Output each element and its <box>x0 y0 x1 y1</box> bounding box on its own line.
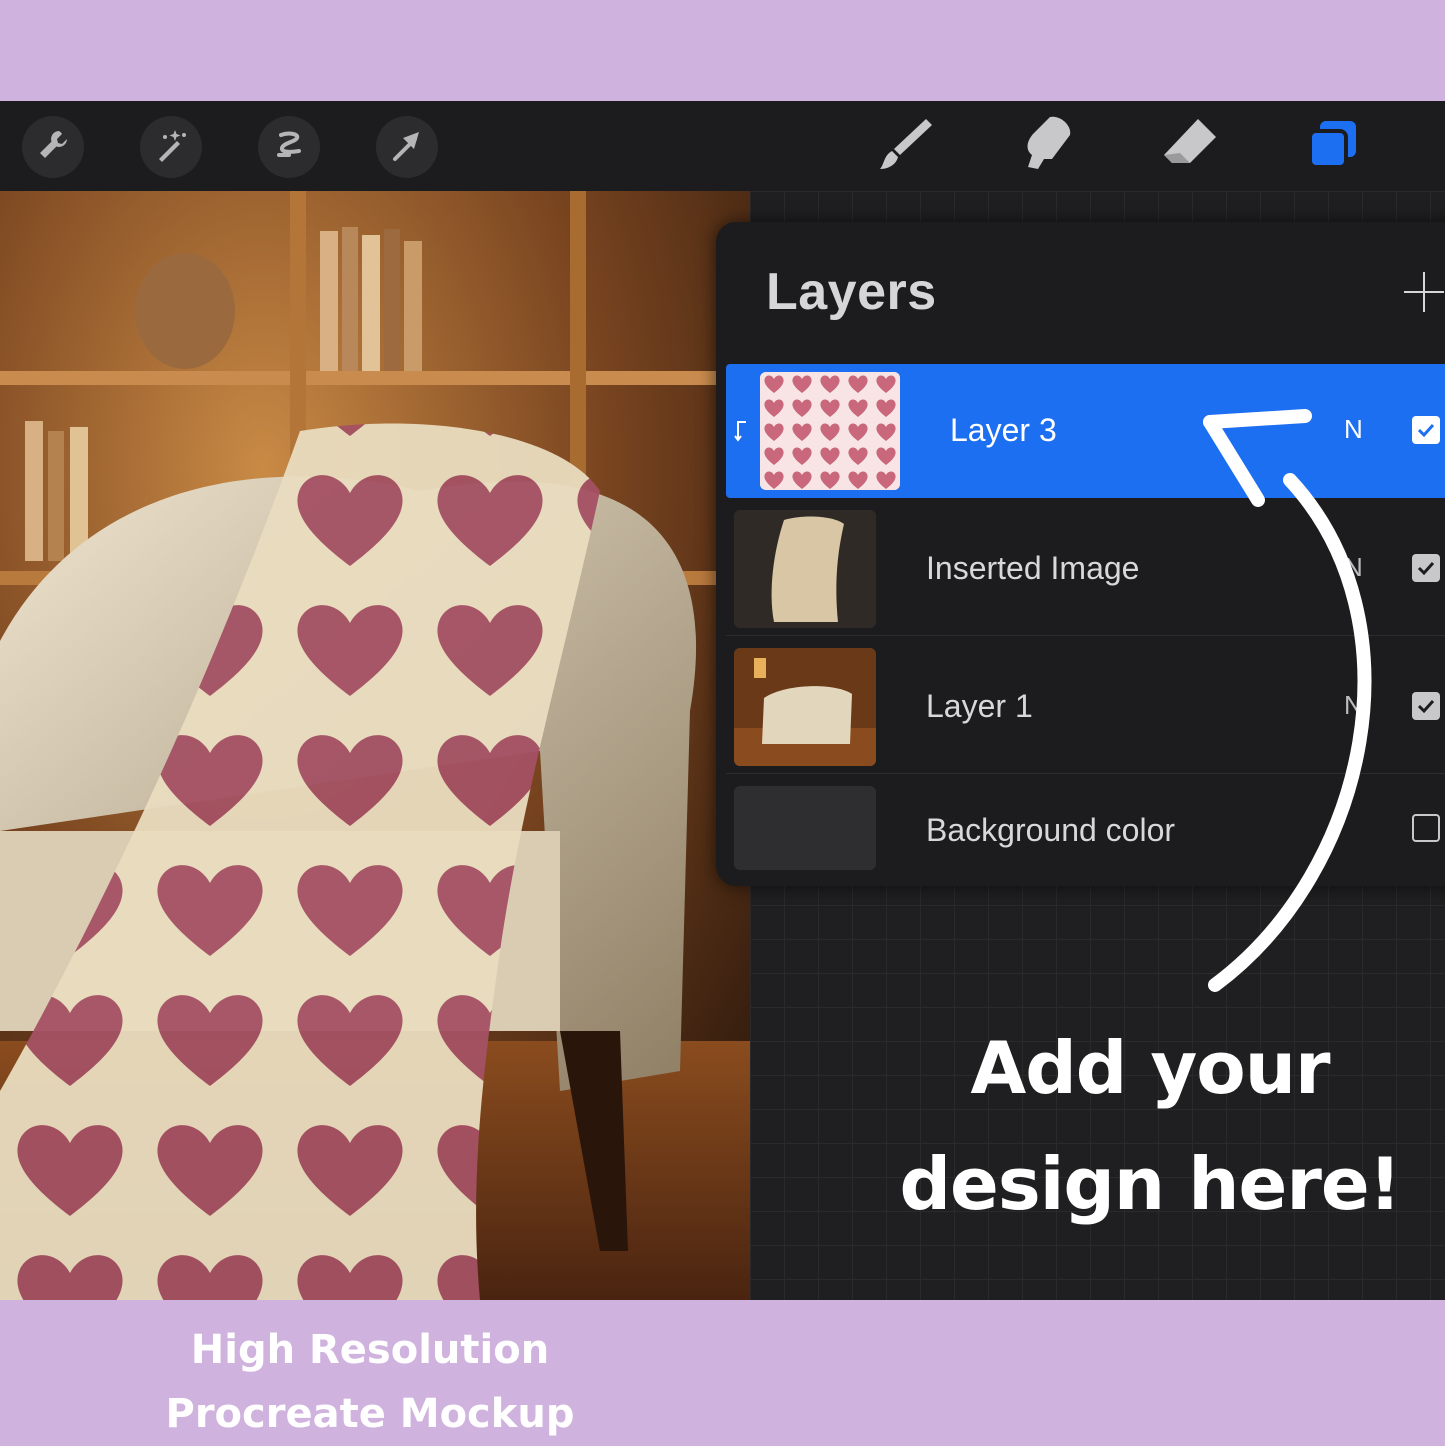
selection-button[interactable] <box>258 116 320 178</box>
callout-text: Add your design here! <box>890 1010 1410 1242</box>
layer-name: Background color <box>926 812 1176 848</box>
callout-line-2: design here! <box>899 1142 1401 1226</box>
caption-line-1: High Resolution <box>190 1327 550 1373</box>
transform-button[interactable] <box>376 116 438 178</box>
selection-icon <box>271 127 307 167</box>
layer-thumbnail-scene <box>734 648 876 766</box>
mockup-canvas-image <box>0 191 750 1300</box>
layers-icon <box>1300 113 1362 179</box>
layer-thumbnail-background <box>734 786 876 870</box>
smudge-icon <box>1016 113 1078 179</box>
eraser-icon <box>1158 113 1220 179</box>
curved-arrow-icon <box>1203 409 1372 992</box>
smudge-button[interactable] <box>1012 111 1082 181</box>
caption-text: High Resolution Procreate Mockup <box>120 1318 620 1446</box>
layers-button[interactable] <box>1296 111 1366 181</box>
procreate-toolbar <box>0 101 1445 191</box>
layer-thumbnail-blanket <box>734 510 876 628</box>
brush-button[interactable] <box>870 111 940 181</box>
adjustments-button[interactable] <box>140 116 202 178</box>
layers-panel-title: Layers <box>766 263 937 321</box>
layer-name: Layer 1 <box>926 688 1033 724</box>
clipping-mask-icon <box>734 420 750 442</box>
layer-thumbnail-hearts <box>760 372 900 490</box>
layer-name: Layer 3 <box>950 412 1057 448</box>
callout-line-1: Add your <box>970 1026 1330 1110</box>
top-banner <box>0 0 1445 101</box>
caption-line-2: Procreate Mockup <box>165 1391 575 1437</box>
layer-name: Inserted Image <box>926 550 1140 586</box>
add-layer-button[interactable] <box>1404 272 1444 312</box>
brush-icon <box>874 113 936 179</box>
transform-arrow-icon <box>389 127 425 167</box>
actions-button[interactable] <box>22 116 84 178</box>
wrench-icon <box>35 127 71 167</box>
magic-wand-icon <box>153 127 189 167</box>
eraser-button[interactable] <box>1154 111 1224 181</box>
